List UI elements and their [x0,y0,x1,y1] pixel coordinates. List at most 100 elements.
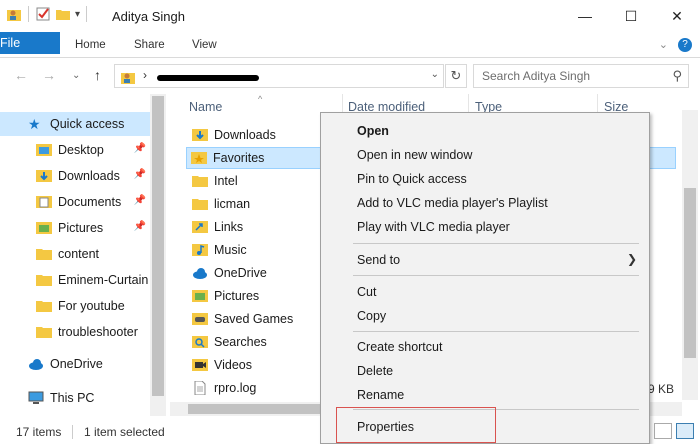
recent-locations-chevron-icon[interactable]: ⌄ [72,70,80,81]
pin-icon[interactable]: 📌 [134,169,146,180]
sidebar-item-downloads[interactable]: Downloads 📌 [0,164,150,188]
sidebar-item-label: Desktop [58,143,104,157]
sidebar-item-onedrive[interactable]: OneDrive [0,352,150,376]
file-name: Favorites [213,151,265,165]
pin-icon[interactable]: 📌 [134,143,146,154]
sidebar-item-pictures[interactable]: Pictures 📌 [0,216,150,240]
sidebar-item-troubleshooter[interactable]: troubleshooter [0,320,150,344]
pin-icon[interactable]: 📌 [134,221,146,232]
file-name: licman [214,197,251,211]
list-item[interactable]: Downloads [188,124,276,146]
item-count: 17 items [16,425,62,439]
list-item[interactable]: Music [188,239,247,261]
sidebar-item-desktop[interactable]: Desktop 📌 [0,138,150,162]
list-item[interactable]: OneDrive [188,262,267,284]
menu-separator [353,275,639,276]
vertical-scrollbar-thumb[interactable] [684,188,696,358]
folder-desktop-icon [36,144,52,156]
column-header-name[interactable]: Name [189,100,222,114]
breadcrumb-separator[interactable]: › [143,68,147,82]
quick-access-toolbar: ▾ [6,6,89,22]
close-button[interactable]: ✕ [654,0,700,32]
menu-item-cut[interactable]: Cut [357,282,376,302]
menu-item-create-shortcut[interactable]: Create shortcut [357,337,442,357]
refresh-button[interactable]: ↻ [445,64,467,88]
sidebar-item-this-pc[interactable]: This PC [0,386,150,410]
nav-scrollbar[interactable] [150,94,166,416]
new-folder-icon[interactable] [55,6,71,22]
tab-view[interactable]: View [192,32,217,58]
list-item[interactable]: rpro.log [188,377,256,399]
file-name: Pictures [214,289,260,303]
menu-item-copy[interactable]: Copy [357,306,386,326]
file-size-value: 9 KB [648,382,675,396]
up-arrow-icon[interactable]: ↑ [94,67,101,83]
maximize-button[interactable]: ☐ [608,0,654,32]
menu-item-send-to[interactable]: Send to [357,250,400,270]
refresh-icon: ↻ [450,68,462,83]
toolbar-divider [28,6,29,22]
menu-item-play-with-vlc[interactable]: Play with VLC media player [357,217,510,237]
search-box[interactable]: ⚲ [473,64,689,88]
list-item[interactable]: Saved Games [188,308,293,330]
details-view-button[interactable] [654,423,672,439]
tab-share[interactable]: Share [134,32,165,58]
address-dropdown-icon[interactable]: ⌄ [431,69,439,80]
sidebar-item-for-youtube[interactable]: For youtube [0,294,150,318]
file-list-vertical-scrollbar[interactable] [682,110,698,400]
forward-arrow-icon[interactable]: → [42,67,56,83]
selection-count: 1 item selected [84,425,165,439]
list-item[interactable]: licman [188,193,250,215]
nav-scrollbar-thumb[interactable] [152,96,164,396]
folder-star-icon [191,152,207,164]
sidebar-item-documents[interactable]: Documents 📌 [0,190,150,214]
menu-item-open-in-new-window[interactable]: Open in new window [357,145,472,165]
window-controls: — ☐ ✕ [562,0,700,32]
help-icon[interactable]: ? [678,38,692,52]
back-arrow-icon[interactable]: ← [14,67,28,83]
star-icon: ★ [28,116,41,132]
sidebar-item-label: Pictures [58,221,104,235]
search-input[interactable] [474,65,654,87]
list-item[interactable]: Searches [188,331,267,353]
context-menu: Open Open in new window Pin to Quick acc… [320,112,650,444]
file-name: Music [214,243,247,257]
title-bar: ▾ Aditya Singh — ☐ ✕ [0,0,700,32]
list-item[interactable]: Videos [188,354,252,376]
sidebar-item-eminem-curtain[interactable]: Eminem-Curtain [0,268,150,292]
menu-item-delete[interactable]: Delete [357,361,393,381]
cloud-icon [193,268,207,279]
customize-toolbar-chevron-icon[interactable]: ▾ [75,9,80,20]
chevron-down-icon[interactable]: ⌄ [659,38,668,52]
search-icon: ⚲ [672,68,682,83]
folder-icon [36,327,52,338]
tab-home[interactable]: Home [75,32,106,58]
sidebar-item-content[interactable]: content [0,242,150,266]
sidebar-item-label: Quick access [50,117,125,131]
list-item[interactable]: Links [188,216,243,238]
address-bar[interactable]: › ⌄ [114,64,444,88]
folder-download-icon [192,129,208,141]
minimize-button[interactable]: — [562,0,608,32]
folder-icon [192,176,208,187]
submenu-arrow-icon: ❯ [626,252,637,266]
menu-item-rename[interactable]: Rename [357,385,404,405]
properties-check-icon[interactable] [35,6,51,22]
horizontal-scrollbar-thumb[interactable] [188,404,338,414]
pin-icon[interactable]: 📌 [134,195,146,206]
tab-file[interactable]: File [0,32,60,54]
large-icons-view-button[interactable] [676,423,694,439]
window-title: Aditya Singh [112,9,185,24]
list-item[interactable]: Pictures [188,285,259,307]
folder-icon [36,275,52,286]
folder-icon [192,199,208,210]
redacted-path [157,75,259,81]
menu-item-open[interactable]: Open [357,121,389,141]
toolbar-divider [86,6,88,22]
sidebar-item-label: OneDrive [50,357,103,371]
menu-item-pin-to-quick-access[interactable]: Pin to Quick access [357,169,467,189]
list-item[interactable]: Intel [188,170,238,192]
menu-item-add-to-vlc-playlist[interactable]: Add to VLC media player's Playlist [357,193,548,213]
sidebar-item-quick-access[interactable]: ★ Quick access [0,112,150,136]
folder-documents-icon [36,196,52,208]
